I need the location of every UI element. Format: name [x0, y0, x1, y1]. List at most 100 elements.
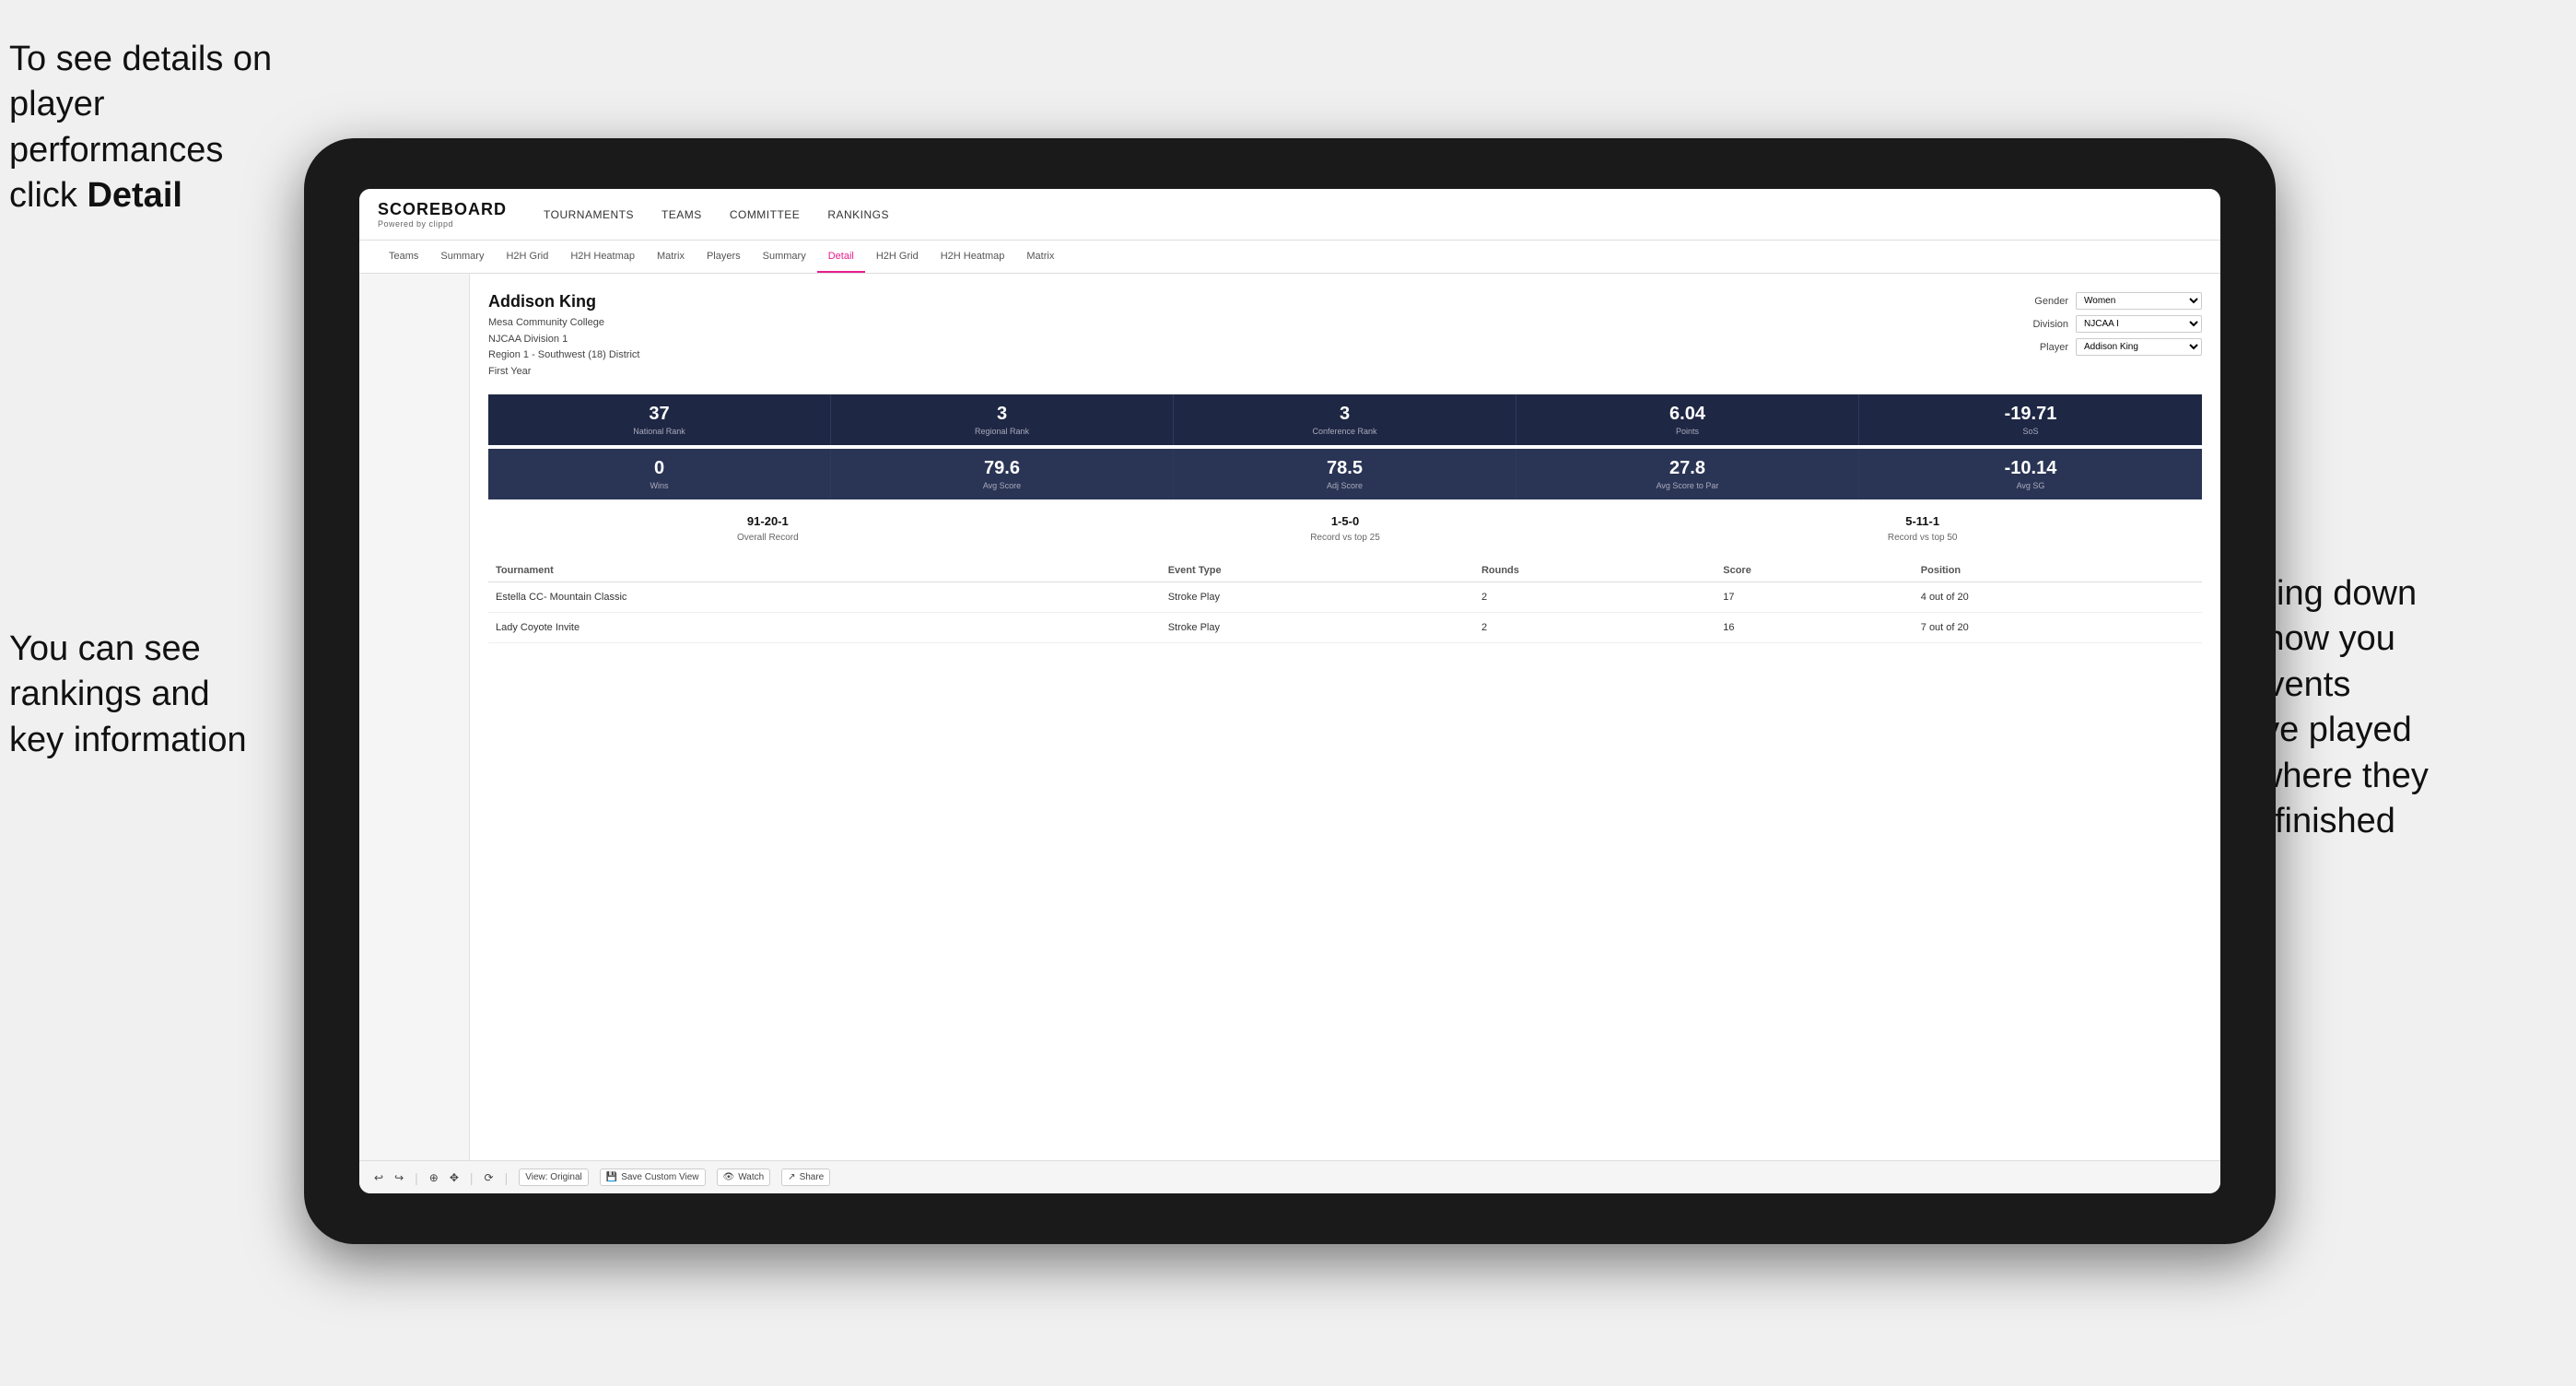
top25-record-value: 1-5-0: [1066, 514, 1625, 528]
regional-rank-value: 3: [838, 404, 1165, 425]
player-info: Addison King Mesa Community College NJCA…: [488, 292, 639, 380]
logo-sub: Powered by clippd: [378, 219, 507, 229]
player-controls: Gender Women Division NJCAA I: [2018, 292, 2202, 380]
th-score: Score: [1715, 559, 1914, 582]
refresh-icon[interactable]: ⟳: [485, 1171, 494, 1184]
pan-icon[interactable]: ✥: [450, 1171, 459, 1184]
row1-tournament: Estella CC- Mountain Classic: [488, 582, 1161, 613]
subnav-matrix2[interactable]: Matrix: [1015, 241, 1065, 273]
avg-score-par-value: 27.8: [1524, 458, 1851, 479]
th-event-type: Event Type: [1161, 559, 1474, 582]
regional-rank-label: Regional Rank: [838, 427, 1165, 436]
avg-sg-label: Avg SG: [1867, 481, 2195, 490]
player-year: First Year: [488, 364, 639, 381]
view-original-label: View: Original: [525, 1172, 582, 1182]
bottom-toolbar: ↩ ↪ | ⊕ ✥ | ⟳ | View: Original 💾 Save Cu…: [359, 1160, 2220, 1193]
subnav-summary2[interactable]: Summary: [752, 241, 817, 273]
row2-tournament: Lady Coyote Invite: [488, 613, 1161, 643]
sos-label: SoS: [1867, 427, 2195, 436]
row1-rounds: 2: [1474, 582, 1715, 613]
table-row: Lady Coyote Invite Stroke Play 2 16 7 ou…: [488, 613, 2202, 643]
gender-label: Gender: [2018, 296, 2068, 307]
nav-teams[interactable]: TEAMS: [662, 208, 702, 221]
zoom-icon[interactable]: ⊕: [429, 1171, 439, 1184]
save-custom-button[interactable]: 💾 Save Custom View: [600, 1169, 706, 1186]
stats-row-1: 37 National Rank 3 Regional Rank 3 Confe…: [488, 394, 2202, 445]
share-label: Share: [800, 1172, 825, 1182]
points-label: Points: [1524, 427, 1851, 436]
player-header: Addison King Mesa Community College NJCA…: [488, 292, 2202, 380]
th-position: Position: [1914, 559, 2202, 582]
avg-sg-value: -10.14: [1867, 458, 2195, 479]
share-icon: ↗: [788, 1172, 795, 1182]
subnav-matrix[interactable]: Matrix: [646, 241, 696, 273]
stat-adj-score: 78.5 Adj Score: [1174, 449, 1516, 499]
sidebar-placeholder: [359, 274, 470, 1160]
main-content: Addison King Mesa Community College NJCA…: [359, 274, 2220, 1160]
share-button[interactable]: ↗ Share: [781, 1169, 830, 1186]
stat-avg-score: 79.6 Avg Score: [831, 449, 1174, 499]
stat-points: 6.04 Points: [1516, 394, 1859, 445]
stat-regional-rank: 3 Regional Rank: [831, 394, 1174, 445]
tournament-table: Tournament Event Type Rounds Score Posit…: [488, 559, 2202, 643]
stat-avg-score-par: 27.8 Avg Score to Par: [1516, 449, 1859, 499]
gender-control: Gender Women: [2018, 292, 2202, 310]
top50-record-value: 5-11-1: [1643, 514, 2202, 528]
gender-select[interactable]: Women: [2076, 292, 2202, 310]
row2-event-type: Stroke Play: [1161, 613, 1474, 643]
division-select[interactable]: NJCAA I: [2076, 315, 2202, 333]
division-label: Division: [2018, 319, 2068, 330]
subnav-detail[interactable]: Detail: [817, 241, 865, 273]
annotation-top-left: To see details on player performances cl…: [9, 37, 322, 219]
player-select[interactable]: Addison King: [2076, 338, 2202, 356]
nav-committee[interactable]: COMMITTEE: [730, 208, 801, 221]
th-rounds: Rounds: [1474, 559, 1715, 582]
adj-score-value: 78.5: [1181, 458, 1508, 479]
table-row: Estella CC- Mountain Classic Stroke Play…: [488, 582, 2202, 613]
row2-rounds: 2: [1474, 613, 1715, 643]
conference-rank-label: Conference Rank: [1181, 427, 1508, 436]
stat-avg-sg: -10.14 Avg SG: [1859, 449, 2202, 499]
redo-icon[interactable]: ↪: [394, 1171, 404, 1184]
conference-rank-value: 3: [1181, 404, 1508, 425]
save-icon: 💾: [606, 1172, 617, 1182]
division-control: Division NJCAA I: [2018, 315, 2202, 333]
subnav-players[interactable]: Players: [696, 241, 752, 273]
subnav-h2h-heatmap[interactable]: H2H Heatmap: [559, 241, 646, 273]
player-college: Mesa Community College: [488, 315, 639, 332]
player-label: Player: [2018, 342, 2068, 353]
avg-score-par-label: Avg Score to Par: [1524, 481, 1851, 490]
row1-position: 4 out of 20: [1914, 582, 2202, 613]
subnav-h2h-heatmap2[interactable]: H2H Heatmap: [930, 241, 1016, 273]
nav-rankings[interactable]: RANKINGS: [827, 208, 889, 221]
records-row: 91-20-1 Overall Record 1-5-0 Record vs t…: [488, 514, 2202, 545]
undo-icon[interactable]: ↩: [374, 1171, 383, 1184]
wins-label: Wins: [496, 481, 823, 490]
stat-national-rank: 37 National Rank: [488, 394, 831, 445]
subnav-h2h-grid2[interactable]: H2H Grid: [865, 241, 930, 273]
top50-record-label: Record vs top 50: [1888, 533, 1958, 543]
player-name: Addison King: [488, 292, 639, 311]
tablet-screen: SCOREBOARD Powered by clippd TOURNAMENTS…: [359, 189, 2220, 1193]
watch-button[interactable]: 👁 Watch: [717, 1169, 771, 1186]
player-control: Player Addison King: [2018, 338, 2202, 356]
th-tournament: Tournament: [488, 559, 1161, 582]
avg-score-label: Avg Score: [838, 481, 1165, 490]
stat-sos: -19.71 SoS: [1859, 394, 2202, 445]
tablet-frame: SCOREBOARD Powered by clippd TOURNAMENTS…: [304, 138, 2276, 1244]
points-value: 6.04: [1524, 404, 1851, 425]
subnav-summary[interactable]: Summary: [429, 241, 495, 273]
sos-value: -19.71: [1867, 404, 2195, 425]
nav-tournaments[interactable]: TOURNAMENTS: [544, 208, 634, 221]
player-region: Region 1 - Southwest (18) District: [488, 347, 639, 364]
annotation-bottom-left: You can see rankings and key information: [9, 627, 322, 763]
view-original-button[interactable]: View: Original: [519, 1169, 589, 1186]
subnav-teams[interactable]: Teams: [378, 241, 429, 273]
eye-icon: 👁: [723, 1172, 735, 1182]
row1-event-type: Stroke Play: [1161, 582, 1474, 613]
row1-score: 17: [1715, 582, 1914, 613]
row2-score: 16: [1715, 613, 1914, 643]
avg-score-value: 79.6: [838, 458, 1165, 479]
stat-conference-rank: 3 Conference Rank: [1174, 394, 1516, 445]
subnav-h2h-grid[interactable]: H2H Grid: [495, 241, 559, 273]
